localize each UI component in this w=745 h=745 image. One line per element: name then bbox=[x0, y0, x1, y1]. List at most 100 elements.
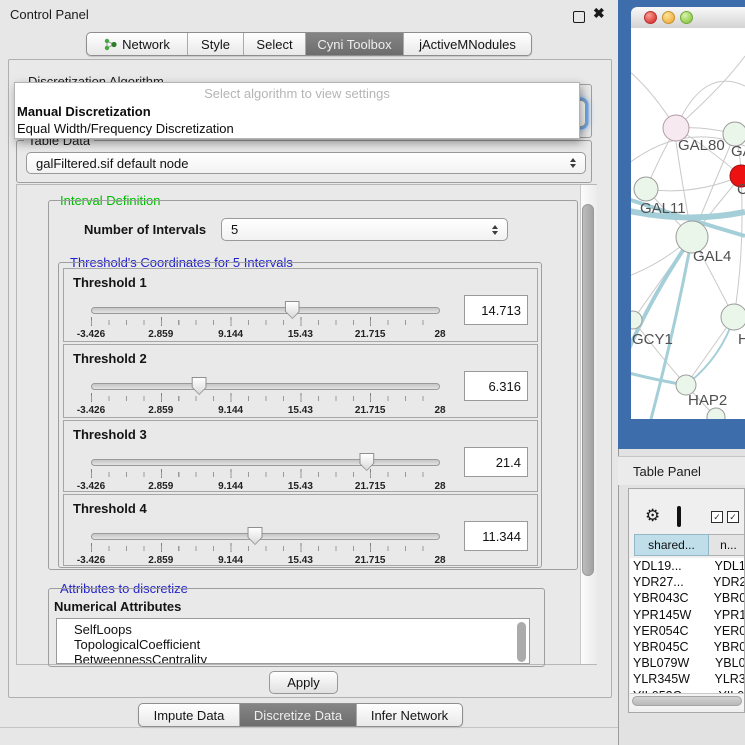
threshold-4-value-field[interactable]: 11.344 bbox=[464, 521, 528, 551]
network-node-bottom[interactable] bbox=[707, 408, 725, 419]
tab-jactivemnodules-label: jActiveMNodules bbox=[419, 37, 516, 52]
scale-label: 9.144 bbox=[218, 405, 243, 416]
threshold-3-panel: Threshold 3 -3.426 2.859 9.144 15.43 21.… bbox=[63, 420, 538, 492]
node-label: GAL80 bbox=[678, 137, 725, 154]
tab-cyni-toolbox[interactable]: Cyni Toolbox bbox=[305, 33, 403, 55]
gear-icon[interactable]: ⚙ bbox=[645, 507, 660, 524]
threshold-4-label: Threshold 4 bbox=[73, 501, 147, 516]
tab-infer-network-label: Infer Network bbox=[371, 708, 448, 723]
dropdown-option-manual[interactable]: Manual Discretization bbox=[17, 104, 151, 119]
close-traffic-light-icon[interactable] bbox=[644, 11, 657, 24]
apply-button[interactable]: Apply bbox=[269, 671, 338, 694]
vertical-scrollbar-thumb[interactable] bbox=[582, 204, 594, 576]
scale-label: 21.715 bbox=[355, 329, 386, 340]
table-panel-title: Table Panel bbox=[633, 464, 701, 479]
column-header-name[interactable]: n... bbox=[709, 534, 745, 556]
horizontal-scrollbar-thumb[interactable] bbox=[632, 696, 742, 706]
bottom-divider bbox=[0, 727, 618, 728]
table-row[interactable]: YBR043CYBR0 bbox=[630, 590, 744, 606]
numerical-attributes-label: Numerical Attributes bbox=[54, 599, 181, 614]
threshold-2-value-field[interactable]: 6.316 bbox=[464, 371, 528, 401]
scale-label: 21.715 bbox=[355, 405, 386, 416]
scale-label: 2.859 bbox=[148, 329, 173, 340]
slider-minor-ticks bbox=[91, 472, 440, 477]
scale-label: 21.715 bbox=[355, 481, 386, 492]
table-header-row: shared... n... bbox=[629, 534, 745, 556]
slider-minor-ticks bbox=[91, 396, 440, 401]
table-row[interactable]: YER054CYER0 bbox=[630, 623, 744, 639]
list-item[interactable]: BetweennessCentrality bbox=[57, 652, 529, 664]
scale-label: 2.859 bbox=[148, 405, 173, 416]
horizontal-scrollbar-track[interactable] bbox=[630, 693, 744, 709]
table-data-combobox[interactable]: galFiltered.sif default node bbox=[26, 152, 586, 174]
tab-infer-network[interactable]: Infer Network bbox=[356, 704, 462, 726]
tab-jactivemnodules[interactable]: jActiveMNodules bbox=[403, 33, 531, 55]
table-row[interactable]: YDL19...YDL1 bbox=[630, 558, 744, 574]
table-row[interactable]: YDR27...YDR2 bbox=[630, 574, 744, 590]
threshold-3-value-field[interactable]: 21.4 bbox=[464, 447, 528, 477]
tab-impute-data[interactable]: Impute Data bbox=[139, 704, 239, 726]
float-window-icon[interactable] bbox=[573, 11, 585, 23]
minimize-traffic-light-icon[interactable] bbox=[662, 11, 675, 24]
node-label: H bbox=[738, 331, 745, 348]
zoom-traffic-light-icon[interactable] bbox=[680, 11, 693, 24]
algorithm-dropdown-popup: Select algorithm to view settings Manual… bbox=[14, 82, 580, 139]
scale-label: 9.144 bbox=[218, 481, 243, 492]
scale-label: 2.859 bbox=[148, 481, 173, 492]
table-data-value: galFiltered.sif default node bbox=[36, 156, 188, 171]
table-body: YDL19...YDL1 YDR27...YDR2 YBR043CYBR0 YP… bbox=[630, 558, 744, 693]
tab-network[interactable]: Network bbox=[87, 33, 187, 55]
slider-track[interactable] bbox=[91, 459, 440, 466]
select-none-checkbox-icon[interactable]: ✓ bbox=[727, 511, 739, 523]
tab-style[interactable]: Style bbox=[187, 33, 243, 55]
control-panel-window: Control Panel ✖ Network S bbox=[0, 0, 619, 745]
node-label: GAL4 bbox=[693, 248, 731, 265]
tab-select[interactable]: Select bbox=[243, 33, 305, 55]
threshold-2-panel: Threshold 2 -3.426 2.859 9.144 15.43 21.… bbox=[63, 344, 538, 418]
columns-icon[interactable] bbox=[677, 506, 681, 527]
table-row[interactable]: YBL079WYBL0 bbox=[630, 655, 744, 671]
scale-label: 28 bbox=[434, 481, 445, 492]
bottom-tab-bar: Impute Data Discretize Data Infer Networ… bbox=[138, 703, 463, 727]
table-row[interactable]: YLR345WYLR3 bbox=[630, 671, 744, 687]
combo-arrows-icon bbox=[492, 225, 498, 235]
network-window-titlebar[interactable] bbox=[631, 7, 745, 29]
close-icon[interactable]: ✖ bbox=[593, 5, 605, 22]
slider-track[interactable] bbox=[91, 307, 440, 314]
scale-label: 28 bbox=[434, 329, 445, 340]
slider-track[interactable] bbox=[91, 533, 440, 540]
tab-discretize-data[interactable]: Discretize Data bbox=[239, 704, 356, 726]
scale-label: 9.144 bbox=[218, 555, 243, 566]
list-item[interactable]: TopologicalCoefficient bbox=[57, 637, 529, 652]
dropdown-option-equal-width[interactable]: Equal Width/Frequency Discretization bbox=[17, 121, 234, 136]
table-row[interactable]: YPR145WYPR1 bbox=[630, 607, 744, 623]
number-of-intervals-label: Number of Intervals bbox=[84, 222, 206, 237]
column-header-shared-name[interactable]: shared... bbox=[634, 534, 709, 556]
scale-label: 15.43 bbox=[288, 481, 313, 492]
list-scrollbar-thumb[interactable] bbox=[517, 622, 526, 662]
table-row[interactable]: YBR045CYBR0 bbox=[630, 639, 744, 655]
scale-label: 15.43 bbox=[288, 555, 313, 566]
slider-minor-ticks bbox=[91, 546, 440, 551]
dropdown-hint-item[interactable]: Select algorithm to view settings bbox=[15, 86, 579, 101]
threshold-3-label: Threshold 3 bbox=[73, 427, 147, 442]
network-node-gal11[interactable] bbox=[634, 177, 658, 201]
number-of-intervals-combobox[interactable]: 5 bbox=[221, 218, 508, 241]
node-label: GAL11 bbox=[640, 200, 686, 217]
node-label: C bbox=[737, 181, 745, 198]
tab-impute-data-label: Impute Data bbox=[154, 708, 225, 723]
slider-track[interactable] bbox=[91, 383, 440, 390]
network-node-h[interactable] bbox=[721, 304, 745, 330]
threshold-4-panel: Threshold 4 -3.426 2.859 9.144 15.43 21.… bbox=[63, 494, 538, 566]
number-of-intervals-value: 5 bbox=[231, 222, 238, 237]
list-item[interactable]: SelfLoops bbox=[57, 619, 529, 637]
tab-select-label: Select bbox=[256, 37, 292, 52]
scale-label: 15.43 bbox=[288, 329, 313, 340]
scale-label: -3.426 bbox=[77, 329, 105, 340]
select-all-checkbox-icon[interactable]: ✓ bbox=[711, 511, 723, 523]
window-title: Control Panel bbox=[10, 7, 89, 22]
network-graph: GAL80 GA C GAL11 GAL4 GCY1 H HAP2 bbox=[631, 28, 745, 419]
threshold-1-value-field[interactable]: 14.713 bbox=[464, 295, 528, 325]
network-canvas[interactable]: GAL80 GA C GAL11 GAL4 GCY1 H HAP2 bbox=[631, 28, 745, 419]
tab-cyni-toolbox-label: Cyni Toolbox bbox=[317, 37, 391, 52]
